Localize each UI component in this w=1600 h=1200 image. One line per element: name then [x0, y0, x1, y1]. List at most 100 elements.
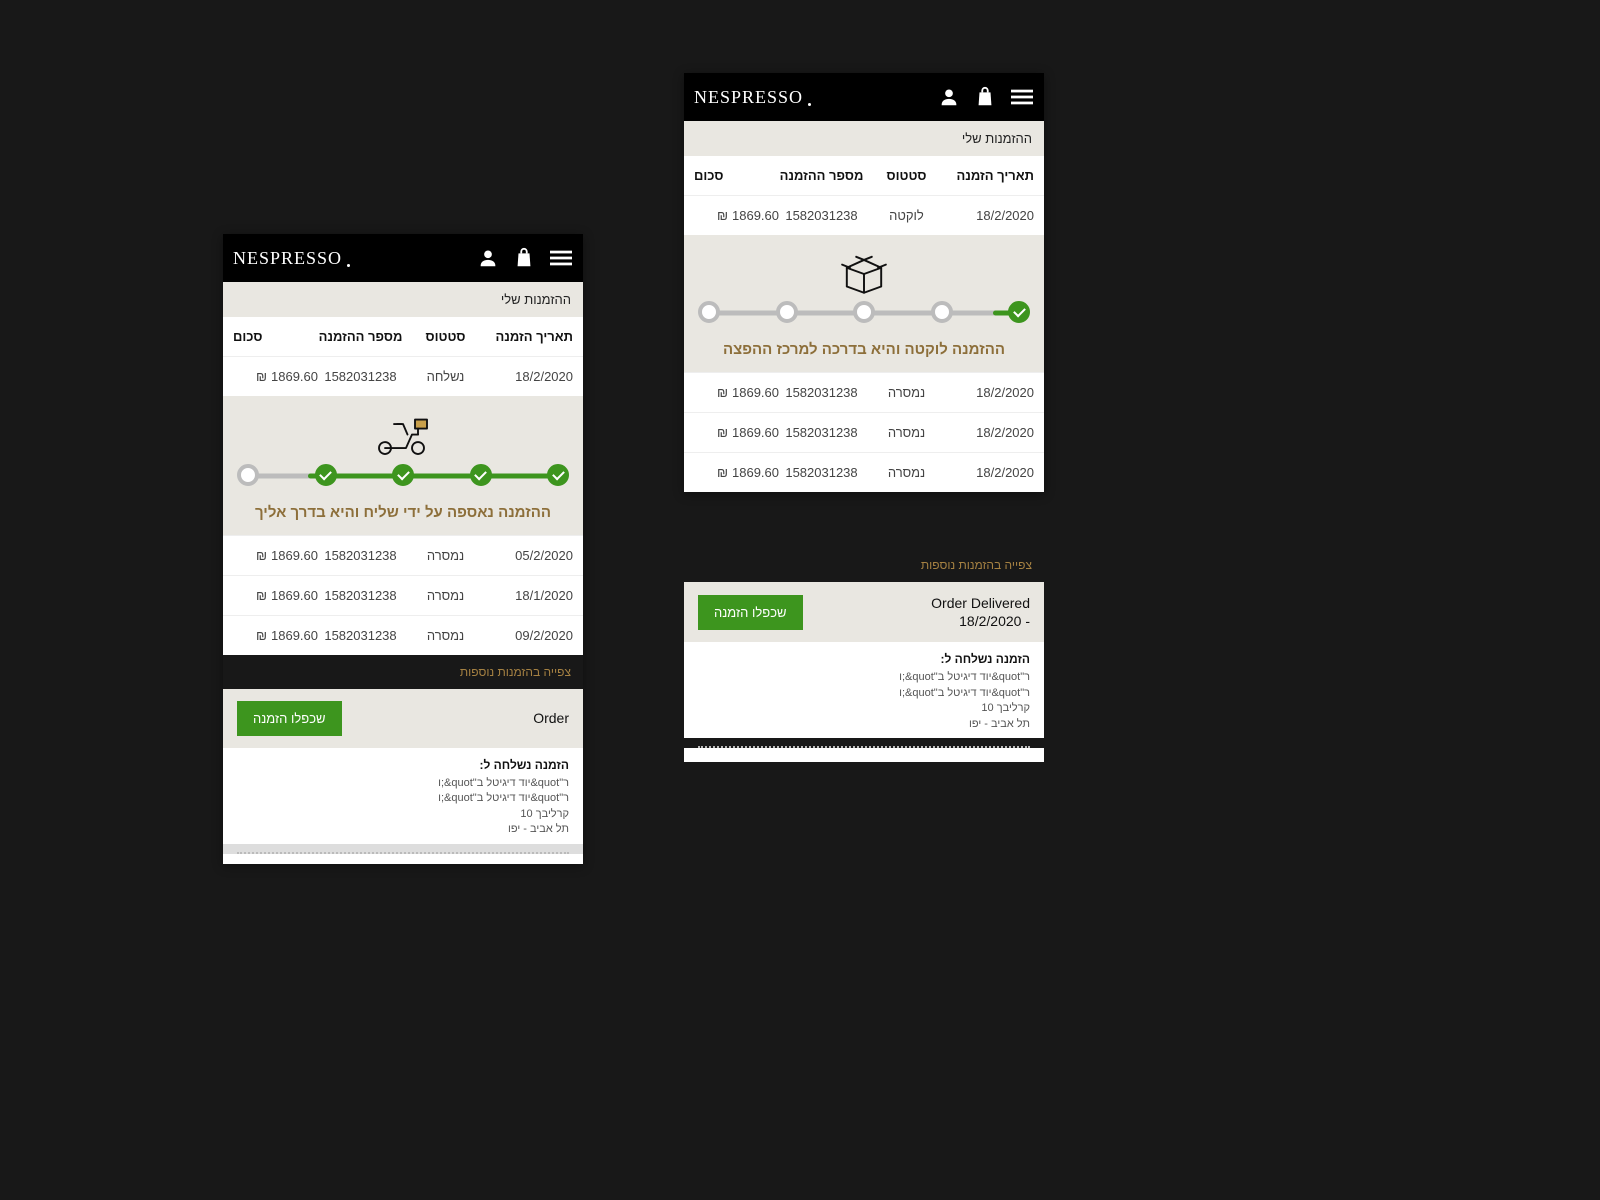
progress-step	[776, 301, 798, 323]
view-more-orders-link[interactable]: צפייה בהזמנות נוספות	[223, 655, 583, 689]
cell-status: נמסרה	[403, 628, 488, 643]
progress-step	[698, 301, 720, 323]
table-row[interactable]: 18/2/2020 לוקטה 1582031238 ₪1869.60	[684, 195, 1044, 235]
cell-number: 1582031238	[318, 588, 403, 603]
cell-number: 1582031238	[779, 425, 864, 440]
col-number: מספר ההזמנה	[318, 329, 403, 344]
mobile-screen-picked: NESPRESSO ההזמנות שלי תאריך הזמנה סטטוס …	[684, 73, 1044, 492]
address-line: ר"quot&יוד דיגיטל ב"quot&;ו	[698, 686, 1030, 701]
address-head: הזמנה נשלחה ל:	[698, 652, 1030, 666]
mobile-screen-shipped: NESPRESSO ההזמנות שלי תאריך הזמנה סטטוס …	[223, 234, 583, 864]
cell-number: 1582031238	[318, 548, 403, 563]
cell-date: 05/2/2020	[488, 548, 573, 563]
duplicate-order-button[interactable]: שכפלו הזמנה	[698, 595, 803, 630]
progress-step	[853, 301, 875, 323]
header-icons	[938, 86, 1034, 108]
col-number: מספר ההזמנה	[779, 168, 864, 183]
status-card: ההזמנה נאספה על ידי שליח והיא בדרך אליך	[223, 396, 583, 535]
bag-icon[interactable]	[974, 86, 996, 108]
account-icon[interactable]	[477, 247, 499, 269]
cell-amount: ₪1869.60	[694, 385, 779, 400]
address-line: ר"quot&יוד דיגיטל ב"quot&;ו	[237, 776, 569, 791]
progress-step	[1008, 301, 1030, 323]
table-row[interactable]: 18/1/2020 נמסרה 1582031238 ₪1869.60	[223, 575, 583, 615]
address-line: קרליבך 10	[237, 807, 569, 822]
cell-date: 18/1/2020	[488, 588, 573, 603]
cell-date: 18/2/2020	[949, 208, 1034, 223]
table-row[interactable]: 18/2/2020 נשלחה 1582031238 ₪1869.60	[223, 356, 583, 396]
table-row[interactable]: 09/2/2020 נמסרה 1582031238 ₪1869.60	[223, 615, 583, 655]
header-icons	[477, 247, 573, 269]
table-row[interactable]: 18/2/2020 נמסרה 1582031238 ₪1869.60	[684, 412, 1044, 452]
order-details-card: צפייה בהזמנות נוספות שכפלו הזמנה Order D…	[684, 548, 1044, 762]
cell-date: 18/2/2020	[949, 385, 1034, 400]
status-text: ההזמנה נאספה על ידי שליח והיא בדרך אליך	[233, 502, 573, 523]
progress-track	[233, 464, 573, 488]
col-amount: סכום	[233, 329, 318, 344]
table-row[interactable]: 05/2/2020 נמסרה 1582031238 ₪1869.60	[223, 535, 583, 575]
cell-amount: ₪1869.60	[233, 369, 318, 384]
order-title: Order	[533, 709, 569, 727]
shipping-address: הזמנה נשלחה ל: ר"quot&יוד דיגיטל ב"quot&…	[684, 642, 1044, 738]
table-header: תאריך הזמנה סטטוס מספר ההזמנה סכום	[223, 317, 583, 356]
app-header: NESPRESSO	[684, 73, 1044, 121]
cell-number: 1582031238	[779, 465, 864, 480]
status-card: ההזמנה לוקטה והיא בדרכה למרכז ההפצה	[684, 235, 1044, 372]
cell-number: 1582031238	[318, 369, 403, 384]
logo[interactable]: NESPRESSO	[694, 87, 803, 108]
col-status: סטטוס	[403, 329, 488, 344]
progress-step	[547, 464, 569, 486]
table-row[interactable]: 18/2/2020 נמסרה 1582031238 ₪1869.60	[684, 372, 1044, 412]
cell-amount: ₪1869.60	[233, 548, 318, 563]
col-status: סטטוס	[864, 168, 949, 183]
address-head: הזמנה נשלחה ל:	[237, 758, 569, 772]
cell-amount: ₪1869.60	[694, 425, 779, 440]
progress-track	[694, 301, 1034, 325]
menu-icon[interactable]	[1010, 86, 1034, 108]
cell-date: 09/2/2020	[488, 628, 573, 643]
cell-status: נמסרה	[864, 385, 949, 400]
view-more-orders-link[interactable]: צפייה בהזמנות נוספות	[684, 548, 1044, 582]
cell-amount: ₪1869.60	[233, 588, 318, 603]
address-line: תל אביב - יפו	[698, 717, 1030, 732]
cell-amount: ₪1869.60	[694, 208, 779, 223]
page-title: ההזמנות שלי	[223, 282, 583, 317]
cell-status: נמסרה	[403, 548, 488, 563]
cell-date: 18/2/2020	[488, 369, 573, 384]
address-line: תל אביב - יפו	[237, 822, 569, 837]
progress-step	[237, 464, 259, 486]
cell-amount: ₪1869.60	[233, 628, 318, 643]
account-icon[interactable]	[938, 86, 960, 108]
table-row[interactable]: 18/2/2020 נמסרה 1582031238 ₪1869.60	[684, 452, 1044, 492]
order-title: Order Delivered - 18/2/2020	[931, 594, 1030, 630]
progress-step	[392, 464, 414, 486]
box-icon	[694, 253, 1034, 295]
status-text: ההזמנה לוקטה והיא בדרכה למרכז ההפצה	[694, 339, 1034, 360]
col-date: תאריך הזמנה	[949, 168, 1034, 183]
order-header: שכפלו הזמנה Order Delivered - 18/2/2020	[684, 582, 1044, 642]
logo[interactable]: NESPRESSO	[233, 248, 342, 269]
cell-status: נמסרה	[403, 588, 488, 603]
spacer	[684, 748, 1044, 762]
address-line: קרליבך 10	[698, 701, 1030, 716]
app-header: NESPRESSO	[223, 234, 583, 282]
cell-date: 18/2/2020	[949, 465, 1034, 480]
duplicate-order-button[interactable]: שכפלו הזמנה	[237, 701, 342, 736]
menu-icon[interactable]	[549, 247, 573, 269]
cell-number: 1582031238	[779, 208, 864, 223]
table-header: תאריך הזמנה סטטוס מספר ההזמנה סכום	[684, 156, 1044, 195]
cell-number: 1582031238	[318, 628, 403, 643]
order-header: שכפלו הזמנה Order	[223, 689, 583, 748]
spacer	[223, 854, 583, 864]
cell-amount: ₪1869.60	[694, 465, 779, 480]
progress-step	[470, 464, 492, 486]
page-title: ההזמנות שלי	[684, 121, 1044, 156]
col-amount: סכום	[694, 168, 779, 183]
scooter-icon	[233, 414, 573, 458]
bag-icon[interactable]	[513, 247, 535, 269]
address-line: ר"quot&יוד דיגיטל ב"quot&;ו	[237, 791, 569, 806]
cell-status: נמסרה	[864, 465, 949, 480]
cell-status: נשלחה	[403, 369, 488, 384]
progress-step	[931, 301, 953, 323]
cell-status: נמסרה	[864, 425, 949, 440]
